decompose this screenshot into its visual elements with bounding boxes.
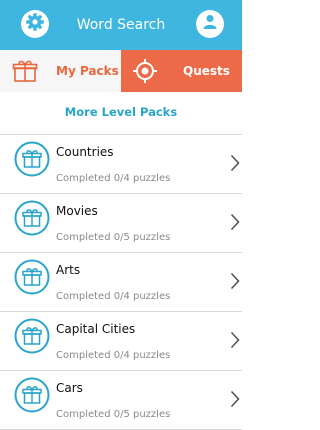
target-icon [132,58,158,88]
pack-name: Arts [56,263,81,277]
more-level-packs-link[interactable]: More Level Packs [0,100,242,124]
gift-icon [14,200,50,240]
chevron-right-icon [230,272,240,294]
gift-icon [12,58,38,88]
gift-icon [14,318,50,358]
pack-row-cars[interactable]: Cars Completed 0/5 puzzles [0,370,242,430]
pack-name: Capital Cities [56,322,136,336]
chevron-right-icon [230,154,240,176]
tab-my-packs[interactable]: My Packs [0,50,121,92]
profile-button[interactable] [196,10,224,38]
pack-row-arts[interactable]: Arts Completed 0/4 puzzles [0,252,242,311]
user-icon [201,13,219,35]
pack-progress: Completed 0/5 puzzles [56,409,171,420]
pack-row-movies[interactable]: Movies Completed 0/5 puzzles [0,193,242,252]
chevron-right-icon [230,213,240,235]
pack-progress: Completed 0/4 puzzles [56,350,171,361]
pack-row-capital-cities[interactable]: Capital Cities Completed 0/4 puzzles [0,311,242,370]
chevron-right-icon [230,390,240,412]
pack-progress: Completed 0/5 puzzles [56,232,171,243]
tab-my-packs-label: My Packs [56,64,119,78]
pack-progress: Completed 0/4 puzzles [56,173,171,184]
gift-icon [14,141,50,181]
pack-row-countries[interactable]: Countries Completed 0/4 puzzles [0,134,242,193]
tab-quests-label: Quests [183,64,230,78]
chevron-right-icon [230,331,240,353]
pack-name: Countries [56,145,114,159]
pack-progress: Completed 0/4 puzzles [56,291,171,302]
tab-bar: My Packs Quests [0,50,242,92]
gift-icon [14,377,50,417]
pack-name: Movies [56,204,98,218]
pack-list: Countries Completed 0/4 puzzles Movies C… [0,134,242,430]
pack-name: Cars [56,381,83,395]
gift-icon [14,259,50,299]
tab-quests[interactable]: Quests [121,50,242,92]
top-bar: Word Search [0,0,242,50]
